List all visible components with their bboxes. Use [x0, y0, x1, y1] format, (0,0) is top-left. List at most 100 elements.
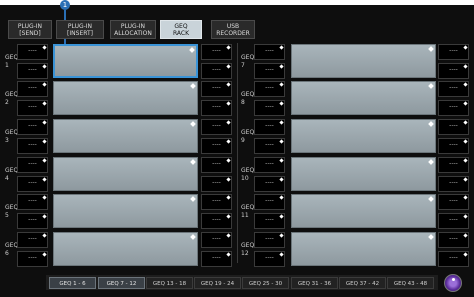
slot-edit-icon — [279, 158, 284, 163]
geq-slot-d[interactable]: ---- — [438, 63, 469, 79]
geq-slot-c[interactable]: ---- — [201, 44, 232, 60]
geq-slot-b[interactable]: ---- — [254, 176, 285, 192]
geq-panel[interactable] — [53, 157, 198, 191]
geq-slot-b[interactable]: ---- — [254, 138, 285, 154]
slot-edit-icon — [279, 120, 284, 125]
geq-slot-c[interactable]: ---- — [201, 232, 232, 248]
bank-tab-geq-37-42[interactable]: GEQ 37 - 42 — [339, 277, 386, 289]
slot-edit-icon — [463, 120, 468, 125]
geq-slot-d[interactable]: ---- — [201, 176, 232, 192]
geq-slot-b[interactable]: ---- — [254, 63, 285, 79]
slot-value: ---- — [28, 235, 37, 242]
tab-plug-in-insert[interactable]: PLUG-IN [INSERT] — [56, 20, 104, 39]
geq-slot-c[interactable]: ---- — [438, 157, 469, 173]
geq-slot-a[interactable]: ---- — [254, 81, 285, 97]
bank-tab-geq-31-36[interactable]: GEQ 31 - 36 — [291, 277, 338, 289]
geq-slot-a[interactable]: ---- — [254, 194, 285, 210]
slot-value: ---- — [265, 47, 274, 54]
slot-edit-icon — [279, 82, 284, 87]
tab-label-line: PLUG-IN — [17, 22, 43, 30]
slot-value: ---- — [449, 160, 458, 167]
geq-slot-d[interactable]: ---- — [438, 138, 469, 154]
geq-slot-b[interactable]: ---- — [17, 100, 48, 116]
bank-tab-geq-43-48[interactable]: GEQ 43 - 48 — [387, 277, 434, 289]
bank-tab-geq-25-30[interactable]: GEQ 25 - 30 — [242, 277, 289, 289]
geq-panel[interactable] — [53, 119, 198, 153]
geq-slot-c[interactable]: ---- — [438, 194, 469, 210]
slot-value: ---- — [265, 66, 274, 73]
tab-usb-recorder[interactable]: USB RECORDER — [211, 20, 255, 39]
geq-slot-d[interactable]: ---- — [201, 100, 232, 116]
geq-panel[interactable] — [53, 81, 198, 115]
slot-value: ---- — [449, 141, 458, 148]
geq-panel[interactable] — [291, 194, 436, 228]
slot-value: ---- — [449, 66, 458, 73]
geq-slot-b[interactable]: ---- — [17, 63, 48, 79]
slot-edit-icon — [226, 233, 231, 238]
geq-slot-d[interactable]: ---- — [438, 176, 469, 192]
tab-plug-in-allocation[interactable]: PLUG-IN ALLOCATION — [110, 20, 156, 39]
panel-edit-icon — [428, 159, 434, 165]
slot-value: ---- — [28, 254, 37, 261]
geq-slot-a[interactable]: ---- — [17, 232, 48, 248]
bank-tab-geq-13-18[interactable]: GEQ 13 - 18 — [146, 277, 193, 289]
geq-slot-b[interactable]: ---- — [254, 213, 285, 229]
geq-slot-b[interactable]: ---- — [254, 251, 285, 267]
geq-slot-c[interactable]: ---- — [201, 119, 232, 135]
geq-slot-c[interactable]: ---- — [438, 81, 469, 97]
slot-value: ---- — [212, 141, 221, 148]
tab-plug-in-send[interactable]: PLUG-IN [SEND] — [8, 20, 52, 39]
geq-slot-a[interactable]: ---- — [17, 194, 48, 210]
slot-edit-icon — [42, 120, 47, 125]
geq-slot-a[interactable]: ---- — [17, 81, 48, 97]
geq-slot-d[interactable]: ---- — [438, 251, 469, 267]
slot-edit-icon — [463, 139, 468, 144]
geq-panel[interactable] — [291, 44, 436, 78]
bank-tab-geq-1-6[interactable]: GEQ 1 - 6 — [49, 277, 96, 289]
geq-slot-b[interactable]: ---- — [17, 176, 48, 192]
slot-value: ---- — [265, 122, 274, 129]
geq-slot-c[interactable]: ---- — [438, 232, 469, 248]
geq-slot-b[interactable]: ---- — [17, 138, 48, 154]
geq-panel[interactable] — [291, 232, 436, 266]
slot-value: ---- — [212, 47, 221, 54]
tab-geq-rack[interactable]: GEQ RACK — [160, 20, 202, 39]
rotary-knob-icon[interactable] — [444, 274, 462, 292]
slot-edit-icon — [463, 45, 468, 50]
geq-slot-d[interactable]: ---- — [201, 213, 232, 229]
panel-edit-icon — [428, 196, 434, 202]
column-separator — [237, 43, 238, 263]
geq-slot-a[interactable]: ---- — [17, 44, 48, 60]
geq-slot-a[interactable]: ---- — [254, 157, 285, 173]
slot-edit-icon — [279, 214, 284, 219]
geq-slot-c[interactable]: ---- — [438, 119, 469, 135]
geq-slot-b[interactable]: ---- — [17, 213, 48, 229]
geq-slot-d[interactable]: ---- — [201, 63, 232, 79]
geq-slot-c[interactable]: ---- — [438, 44, 469, 60]
geq-slot-d[interactable]: ---- — [201, 138, 232, 154]
geq-panel[interactable] — [53, 232, 198, 266]
geq-slot-c[interactable]: ---- — [201, 194, 232, 210]
geq-slot-b[interactable]: ---- — [254, 100, 285, 116]
geq-slot-a[interactable]: ---- — [17, 157, 48, 173]
geq-slot-a[interactable]: ---- — [254, 119, 285, 135]
geq-panel[interactable] — [53, 194, 198, 228]
bank-tab-geq-7-12[interactable]: GEQ 7 - 12 — [98, 277, 145, 289]
geq-panel[interactable] — [291, 119, 436, 153]
geq-slot-c[interactable]: ---- — [201, 157, 232, 173]
panel-edit-icon — [190, 234, 196, 240]
geq-slot-a[interactable]: ---- — [254, 232, 285, 248]
geq-slot-a[interactable]: ---- — [17, 119, 48, 135]
geq-slot-b[interactable]: ---- — [17, 251, 48, 267]
geq-panel[interactable] — [53, 44, 198, 78]
geq-slot-a[interactable]: ---- — [254, 44, 285, 60]
geq-slot-c[interactable]: ---- — [201, 81, 232, 97]
slot-value: ---- — [28, 47, 37, 54]
geq-panel[interactable] — [291, 157, 436, 191]
geq-slot-d[interactable]: ---- — [438, 213, 469, 229]
geq-slot-d[interactable]: ---- — [201, 251, 232, 267]
geq-slot-d[interactable]: ---- — [438, 100, 469, 116]
bank-tab-geq-19-24[interactable]: GEQ 19 - 24 — [194, 277, 241, 289]
callout-marker: 1 — [60, 0, 70, 10]
geq-panel[interactable] — [291, 81, 436, 115]
